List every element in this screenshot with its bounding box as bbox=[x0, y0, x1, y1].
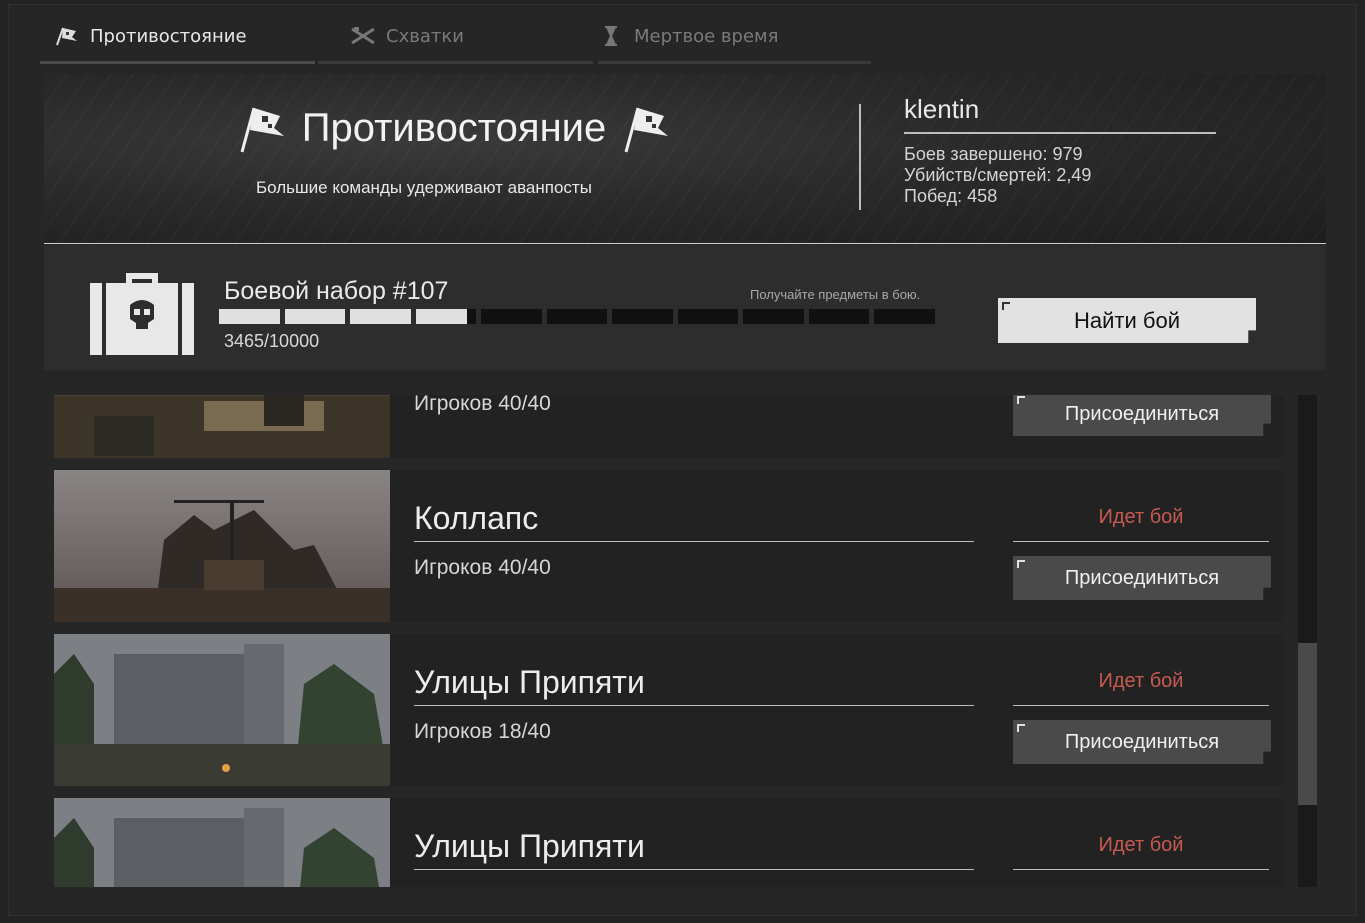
tab-underline bbox=[40, 61, 315, 64]
match-status: Идет бой bbox=[1098, 834, 1184, 856]
map-thumbnail bbox=[54, 798, 390, 887]
tab-label: Противостояние bbox=[90, 25, 247, 47]
game-window: Противостояние Схватки Мертвое время Про… bbox=[0, 0, 1365, 923]
find-battle-label: Найти бой bbox=[1073, 307, 1180, 333]
find-battle-button[interactable]: Найти бой bbox=[998, 298, 1256, 343]
join-button[interactable]: Присоединиться bbox=[1013, 720, 1271, 764]
button-corner bbox=[1017, 724, 1025, 732]
mode-subtitle: Большие команды удерживают аванпосты bbox=[256, 178, 592, 197]
tab-skirmish[interactable]: Схватки bbox=[318, 8, 593, 64]
players-count: Игроков 18/40 bbox=[414, 720, 551, 743]
map-thumbnail bbox=[54, 470, 390, 622]
progress-segment bbox=[415, 309, 477, 324]
flag-icon bbox=[240, 107, 284, 153]
player-stats: Боев завершено: 979 Убийств/смертей: 2,4… bbox=[904, 144, 1091, 207]
briefcase-skull-icon bbox=[90, 273, 194, 355]
divider bbox=[859, 104, 861, 210]
tab-dead-time[interactable]: Мертвое время bbox=[598, 8, 871, 64]
tab-underline bbox=[598, 61, 871, 64]
button-corner bbox=[1002, 302, 1010, 310]
players-count: Игроков 40/40 bbox=[414, 556, 551, 579]
match-row: Коллапс Игроков 40/40 Идет бой Присоедин… bbox=[54, 470, 1284, 622]
map-thumbnail bbox=[54, 634, 390, 786]
progress-segment bbox=[612, 309, 673, 324]
join-button[interactable]: Присоединиться bbox=[1013, 556, 1271, 600]
progress-segment bbox=[350, 309, 411, 324]
divider bbox=[414, 705, 974, 706]
divider bbox=[904, 132, 1216, 134]
progress-segment bbox=[808, 309, 870, 324]
players-count: Игроков 40/40 bbox=[414, 395, 551, 415]
progress-segment bbox=[743, 309, 804, 324]
tab-label: Схватки bbox=[386, 25, 464, 47]
hourglass-icon bbox=[605, 26, 617, 46]
join-label: Присоединиться bbox=[1064, 402, 1220, 425]
divider bbox=[1013, 869, 1269, 870]
mode-title: Противостояние bbox=[224, 98, 684, 158]
progress-segment bbox=[284, 309, 346, 324]
progress-segment bbox=[219, 309, 280, 324]
stat-wins: Побед: 458 bbox=[904, 186, 998, 206]
divider bbox=[414, 541, 974, 542]
crossed-guns-icon bbox=[351, 27, 375, 45]
button-corner bbox=[1017, 560, 1025, 568]
tab-label: Мертвое время bbox=[634, 25, 779, 47]
join-label: Присоединиться bbox=[1064, 730, 1220, 753]
kit-progress-bar bbox=[219, 309, 936, 324]
match-row: Игроков 40/40 Присоединиться bbox=[54, 395, 1284, 458]
match-row: Улицы Припяти Идет бой bbox=[54, 798, 1284, 887]
stat-battles: Боев завершено: 979 bbox=[904, 144, 1083, 164]
tab-confrontation[interactable]: Противостояние bbox=[40, 8, 315, 64]
stat-kd: Убийств/смертей: 2,49 bbox=[904, 165, 1092, 185]
divider bbox=[1013, 705, 1269, 706]
match-list: Игроков 40/40 Присоединиться Коллапс Игр… bbox=[44, 395, 1289, 887]
progress-segment bbox=[481, 309, 542, 324]
player-name: klentin bbox=[904, 94, 980, 124]
join-button[interactable]: Присоединиться bbox=[1013, 395, 1271, 436]
kit-progress-text: 3465/10000 bbox=[224, 331, 320, 351]
mode-banner: Противостояние Большие команды удерживаю… bbox=[44, 74, 1326, 244]
scrollbar-thumb[interactable] bbox=[1298, 643, 1317, 805]
progress-segment bbox=[546, 309, 608, 324]
flag-icon bbox=[624, 107, 669, 153]
button-corner bbox=[1017, 396, 1025, 404]
map-name: Улицы Припяти bbox=[414, 664, 645, 700]
map-name: Коллапс bbox=[414, 500, 539, 536]
flag-icon bbox=[56, 27, 77, 46]
join-label: Присоединиться bbox=[1064, 566, 1220, 589]
tab-underline bbox=[318, 61, 593, 64]
progress-segment bbox=[677, 309, 739, 324]
kit-hint: Получайте предметы в бою. bbox=[750, 287, 921, 302]
map-name: Улицы Припяти bbox=[414, 828, 645, 864]
match-row: Улицы Припяти Игроков 18/40 Идет бой При… bbox=[54, 634, 1284, 786]
kit-title: Боевой набор #107 bbox=[224, 277, 449, 305]
progress-segment bbox=[874, 309, 936, 324]
mode-title-text: Противостояние bbox=[301, 105, 607, 150]
map-thumbnail bbox=[54, 395, 390, 458]
divider bbox=[1013, 541, 1269, 542]
match-status: Идет бой bbox=[1098, 670, 1184, 692]
battle-kit-panel: Боевой набор #107 Получайте предметы в б… bbox=[44, 245, 1326, 370]
mode-tabs: Противостояние Схватки Мертвое время bbox=[18, 8, 878, 64]
scrollbar-track[interactable] bbox=[1298, 395, 1317, 887]
divider bbox=[414, 869, 974, 870]
match-status: Идет бой bbox=[1098, 506, 1184, 528]
